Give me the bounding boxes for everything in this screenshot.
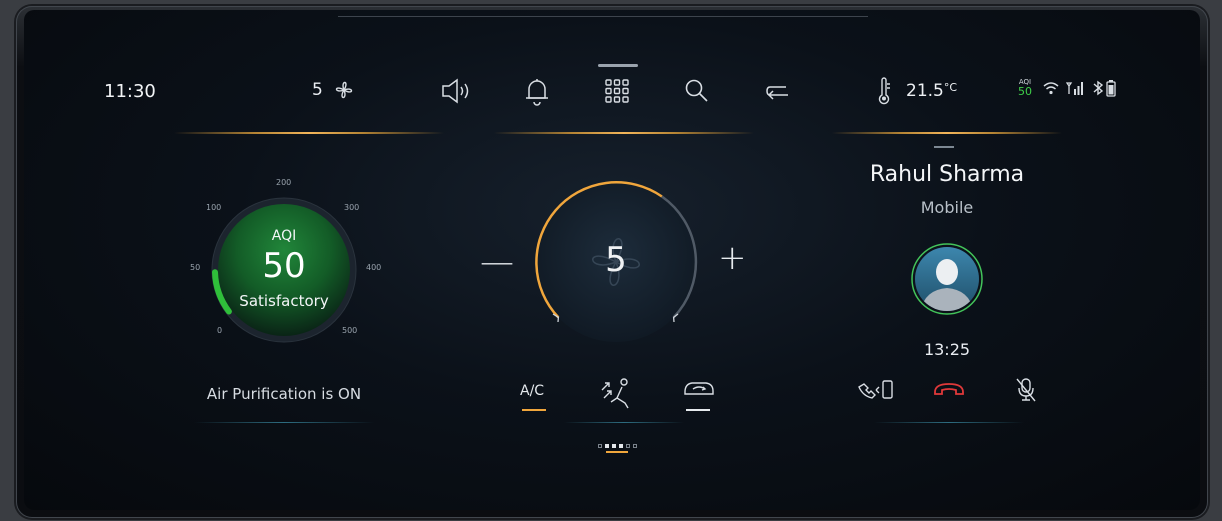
aqi-tick-300: 300 <box>344 203 360 212</box>
bluetooth-icon <box>1093 80 1104 96</box>
temperature-value: 21.5 <box>906 81 944 101</box>
recirculation-icon[interactable] <box>682 378 716 400</box>
fan-increase-button[interactable]: + <box>718 238 747 278</box>
call-card-handle <box>934 146 954 148</box>
signal-icon <box>1066 82 1083 95</box>
panel-glow-right <box>832 132 1062 134</box>
page-dot[interactable] <box>626 444 630 448</box>
page-indicator-active <box>606 451 628 453</box>
ac-mode-button[interactable]: A/C <box>520 383 544 399</box>
aqi-tick-100: 100 <box>206 203 222 212</box>
aqi-tick-200: 200 <box>276 178 292 187</box>
caller-name: Rahul Sharma <box>869 162 1025 187</box>
aqi-tick-500: 500 <box>342 326 358 335</box>
panel-glow-left <box>174 132 444 134</box>
cabin-temperature: 21.5°C <box>906 81 957 101</box>
avatar[interactable] <box>910 242 984 316</box>
infotainment-screen: 11:30 5 21.5°C AQI 50 AQI 50 Satisfactor… <box>24 10 1200 510</box>
aqi-label: AQI <box>271 228 297 244</box>
fan-speed-value: 5 <box>312 80 323 100</box>
fan-icon <box>335 81 353 99</box>
thermometer-icon <box>878 77 890 105</box>
aqi-tick-400: 400 <box>366 263 382 272</box>
wifi-icon <box>1043 82 1059 95</box>
call-underglow <box>874 422 1024 423</box>
page-dot[interactable] <box>612 444 616 448</box>
clock: 11:30 <box>104 81 156 102</box>
page-dot[interactable] <box>598 444 602 448</box>
recirculation-indicator <box>686 409 710 411</box>
aqi-value: 50 <box>262 246 306 286</box>
volume-icon[interactable] <box>440 77 474 105</box>
mute-mic-icon[interactable] <box>1014 376 1038 404</box>
air-purification-status: Air Purification is ON <box>206 385 362 403</box>
page-indicator[interactable] <box>598 10 658 510</box>
aqi-gauge[interactable]: AQI 50 Satisfactory <box>184 170 384 370</box>
call-duration: 13:25 <box>923 340 971 359</box>
search-icon[interactable] <box>684 78 710 104</box>
temperature-unit: °C <box>943 81 958 94</box>
aqi-status-badge: AQI 50 <box>1018 77 1032 97</box>
end-call-icon[interactable] <box>932 380 966 398</box>
aqi-underglow <box>194 422 374 423</box>
page-dot[interactable] <box>633 444 637 448</box>
back-icon[interactable] <box>764 82 792 102</box>
caller-type: Mobile <box>920 198 974 217</box>
bell-icon[interactable] <box>524 76 550 106</box>
page-dot[interactable] <box>619 444 623 448</box>
aqi-status-text: Satisfactory <box>239 292 329 310</box>
ac-active-indicator <box>522 409 546 411</box>
aqi-tick-0: 0 <box>217 326 223 335</box>
fan-decrease-button[interactable]: — <box>480 242 514 282</box>
aqi-tick-50: 50 <box>190 263 201 272</box>
battery-icon <box>1106 80 1116 97</box>
aqi-status-value: 50 <box>1018 85 1032 98</box>
fan-speed-status[interactable]: 5 <box>312 80 323 100</box>
page-dot[interactable] <box>605 444 609 448</box>
transfer-to-phone-icon[interactable] <box>856 378 896 402</box>
